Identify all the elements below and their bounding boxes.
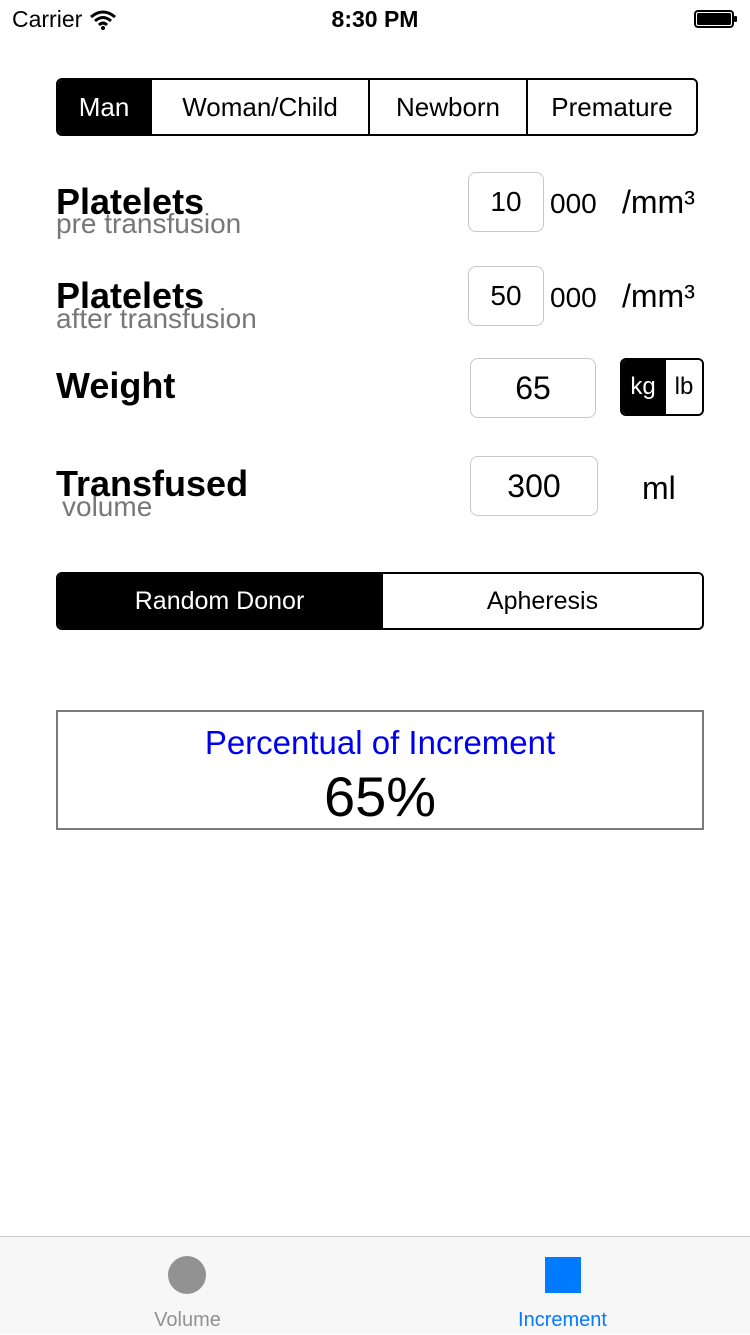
donor-type-segmented-control: Random Donor Apheresis [56, 572, 704, 630]
square-icon [545, 1257, 581, 1293]
segment-premature[interactable]: Premature [526, 80, 696, 134]
result-value: 65% [323, 765, 437, 828]
tab-volume[interactable]: Volume [0, 1237, 375, 1335]
battery-icon [694, 10, 737, 28]
transfused-sublabel: volume [62, 491, 153, 522]
tab-volume-label: Volume [154, 1309, 221, 1331]
tab-increment[interactable]: Increment [375, 1237, 750, 1335]
platelets-pre-sublabel: pre transfusion [56, 208, 242, 239]
segment-newborn[interactable]: Newborn [368, 80, 526, 134]
segment-woman-child[interactable]: Woman/Child [150, 80, 368, 134]
weight-input[interactable]: 65 [470, 358, 596, 418]
platelets-post-sublabel: after transfusion [56, 303, 257, 334]
platelets-post-unit: /mm³ [622, 278, 695, 314]
weight-unit-segmented-control: kg lb [620, 358, 704, 416]
platelets-pre-suffix: 000 [550, 188, 597, 219]
result-title: Percentual of Increment [204, 724, 556, 761]
transfused-unit: ml [642, 470, 676, 506]
result-box: Percentual of Increment 65% [56, 710, 704, 830]
patient-type-segmented-control: Man Woman/Child Newborn Premature [56, 78, 698, 136]
platelets-post-input[interactable]: 50 [468, 266, 544, 326]
status-time: 8:30 PM [331, 6, 419, 32]
segment-kg[interactable]: kg [622, 360, 664, 414]
transfused-input[interactable]: 300 [470, 456, 598, 516]
tab-increment-label: Increment [518, 1309, 607, 1331]
segment-lb[interactable]: lb [664, 360, 702, 414]
circle-icon [168, 1256, 206, 1294]
platelets-pre-unit: /mm³ [622, 184, 695, 220]
weight-label: Weight [56, 365, 176, 406]
platelets-post-suffix: 000 [550, 282, 597, 313]
segment-random-donor[interactable]: Random Donor [58, 574, 381, 628]
tab-bar: Volume Increment [0, 1236, 750, 1334]
platelets-pre-input[interactable]: 10 [468, 172, 544, 232]
segment-man[interactable]: Man [58, 80, 150, 134]
segment-apheresis[interactable]: Apheresis [381, 574, 702, 628]
